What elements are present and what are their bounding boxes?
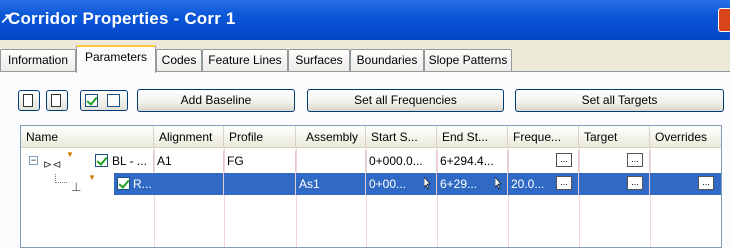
frequency-cell[interactable]: 20.0... ... <box>508 173 579 195</box>
collapse-icon[interactable]: − <box>29 156 38 165</box>
column-frequency[interactable]: Freque... <box>508 126 579 148</box>
check-buttons <box>80 90 128 111</box>
assembly-cell <box>296 150 366 172</box>
start-station-value: 0+00... <box>369 177 407 191</box>
column-start-station[interactable]: Start S... <box>366 126 437 148</box>
overrides-ellipsis-button[interactable]: ... <box>698 176 714 190</box>
grid-header: Name Alignment Profile Assembly Start S.… <box>21 126 721 148</box>
overrides-cell: ... <box>650 173 721 195</box>
app-icon: ↗ <box>0 10 12 26</box>
frequency-value: 20.0... <box>511 177 545 191</box>
baseline-grid: Name Alignment Profile Assembly Start S.… <box>20 125 722 248</box>
tab-strip: Information Parameters Codes Feature Lin… <box>0 44 730 73</box>
close-button[interactable] <box>718 8 730 32</box>
check-all-checkbox[interactable] <box>85 94 98 107</box>
baseline-checkbox[interactable] <box>95 154 108 167</box>
uncheck-all-checkbox[interactable] <box>107 94 120 107</box>
overrides-cell <box>650 150 721 172</box>
expand-all-button[interactable] <box>18 90 40 111</box>
target-cell: ... <box>579 173 650 195</box>
baseline-name[interactable]: BL - ... <box>112 150 147 172</box>
tab-parameters[interactable]: Parameters <box>76 45 156 73</box>
tab-codes[interactable]: Codes <box>156 49 202 71</box>
frequency-ellipsis-button[interactable]: ... <box>556 176 572 190</box>
profile-cell <box>224 173 296 195</box>
window-title: Corridor Properties - Corr 1 <box>8 9 236 28</box>
flag-icon: ▼ <box>88 173 96 182</box>
tab-information[interactable]: Information <box>0 49 76 71</box>
alignment-cell[interactable]: A1 <box>154 150 224 172</box>
tab-surfaces[interactable]: Surfaces <box>288 49 350 71</box>
column-profile[interactable]: Profile <box>224 126 296 148</box>
target-ellipsis-button[interactable]: ... <box>627 153 643 167</box>
name-cell: − ⊳⊲ ▼ BL - ... <box>21 150 154 172</box>
set-all-frequencies-button[interactable]: Set all Frequencies <box>307 89 504 112</box>
tree-connector <box>55 173 67 183</box>
assembly-cell[interactable]: As1 <box>296 173 366 195</box>
pick-station-icon[interactable] <box>424 177 431 190</box>
column-overrides[interactable]: Overrides <box>650 126 721 148</box>
tree-expand-icon <box>23 94 33 107</box>
target-cell: ... <box>579 150 650 172</box>
region-checkbox[interactable] <box>117 177 130 190</box>
set-all-targets-button[interactable]: Set all Targets <box>515 89 724 112</box>
baseline-icon: ⊳⊲ <box>43 159 62 171</box>
column-name[interactable]: Name <box>21 126 154 148</box>
name-cell: ⊥ ▼ R... <box>21 173 154 195</box>
region-name[interactable]: R... <box>133 173 152 195</box>
alignment-cell <box>154 173 224 195</box>
table-row-region[interactable]: ⊥ ▼ R... As1 0+00... 6+29... 20.0... ... <box>21 173 721 195</box>
add-baseline-button[interactable]: Add Baseline <box>137 89 295 112</box>
table-row-baseline[interactable]: − ⊳⊲ ▼ BL - ... A1 FG 0+000.0... 6+294.4… <box>21 150 721 172</box>
start-station-cell[interactable]: 0+000.0... <box>366 150 437 172</box>
column-target[interactable]: Target <box>579 126 650 148</box>
end-station-cell[interactable]: 6+29... <box>437 173 508 195</box>
profile-cell[interactable]: FG <box>224 150 296 172</box>
frequency-cell: ... <box>508 150 579 172</box>
column-assembly[interactable]: Assembly <box>296 126 366 148</box>
tab-feature-lines[interactable]: Feature Lines <box>202 49 288 71</box>
frequency-ellipsis-button[interactable]: ... <box>556 153 572 167</box>
collapse-all-button[interactable] <box>46 90 68 111</box>
column-alignment[interactable]: Alignment <box>154 126 224 148</box>
start-station-cell[interactable]: 0+00... <box>366 173 437 195</box>
end-station-cell[interactable]: 6+294.4... <box>437 150 508 172</box>
tab-slope-patterns[interactable]: Slope Patterns <box>424 49 512 71</box>
tab-boundaries[interactable]: Boundaries <box>350 49 424 71</box>
target-ellipsis-button[interactable]: ... <box>627 176 643 190</box>
title-bar: ↗ Corridor Properties - Corr 1 <box>0 0 730 40</box>
column-end-station[interactable]: End St... <box>437 126 508 148</box>
pick-station-icon[interactable] <box>495 177 502 190</box>
region-icon: ⊥ <box>71 180 82 194</box>
end-station-value: 6+29... <box>440 177 478 191</box>
tree-collapse-icon <box>51 94 61 107</box>
flag-icon: ▼ <box>66 150 74 159</box>
parameters-panel: Add Baseline Set all Frequencies Set all… <box>0 72 730 248</box>
